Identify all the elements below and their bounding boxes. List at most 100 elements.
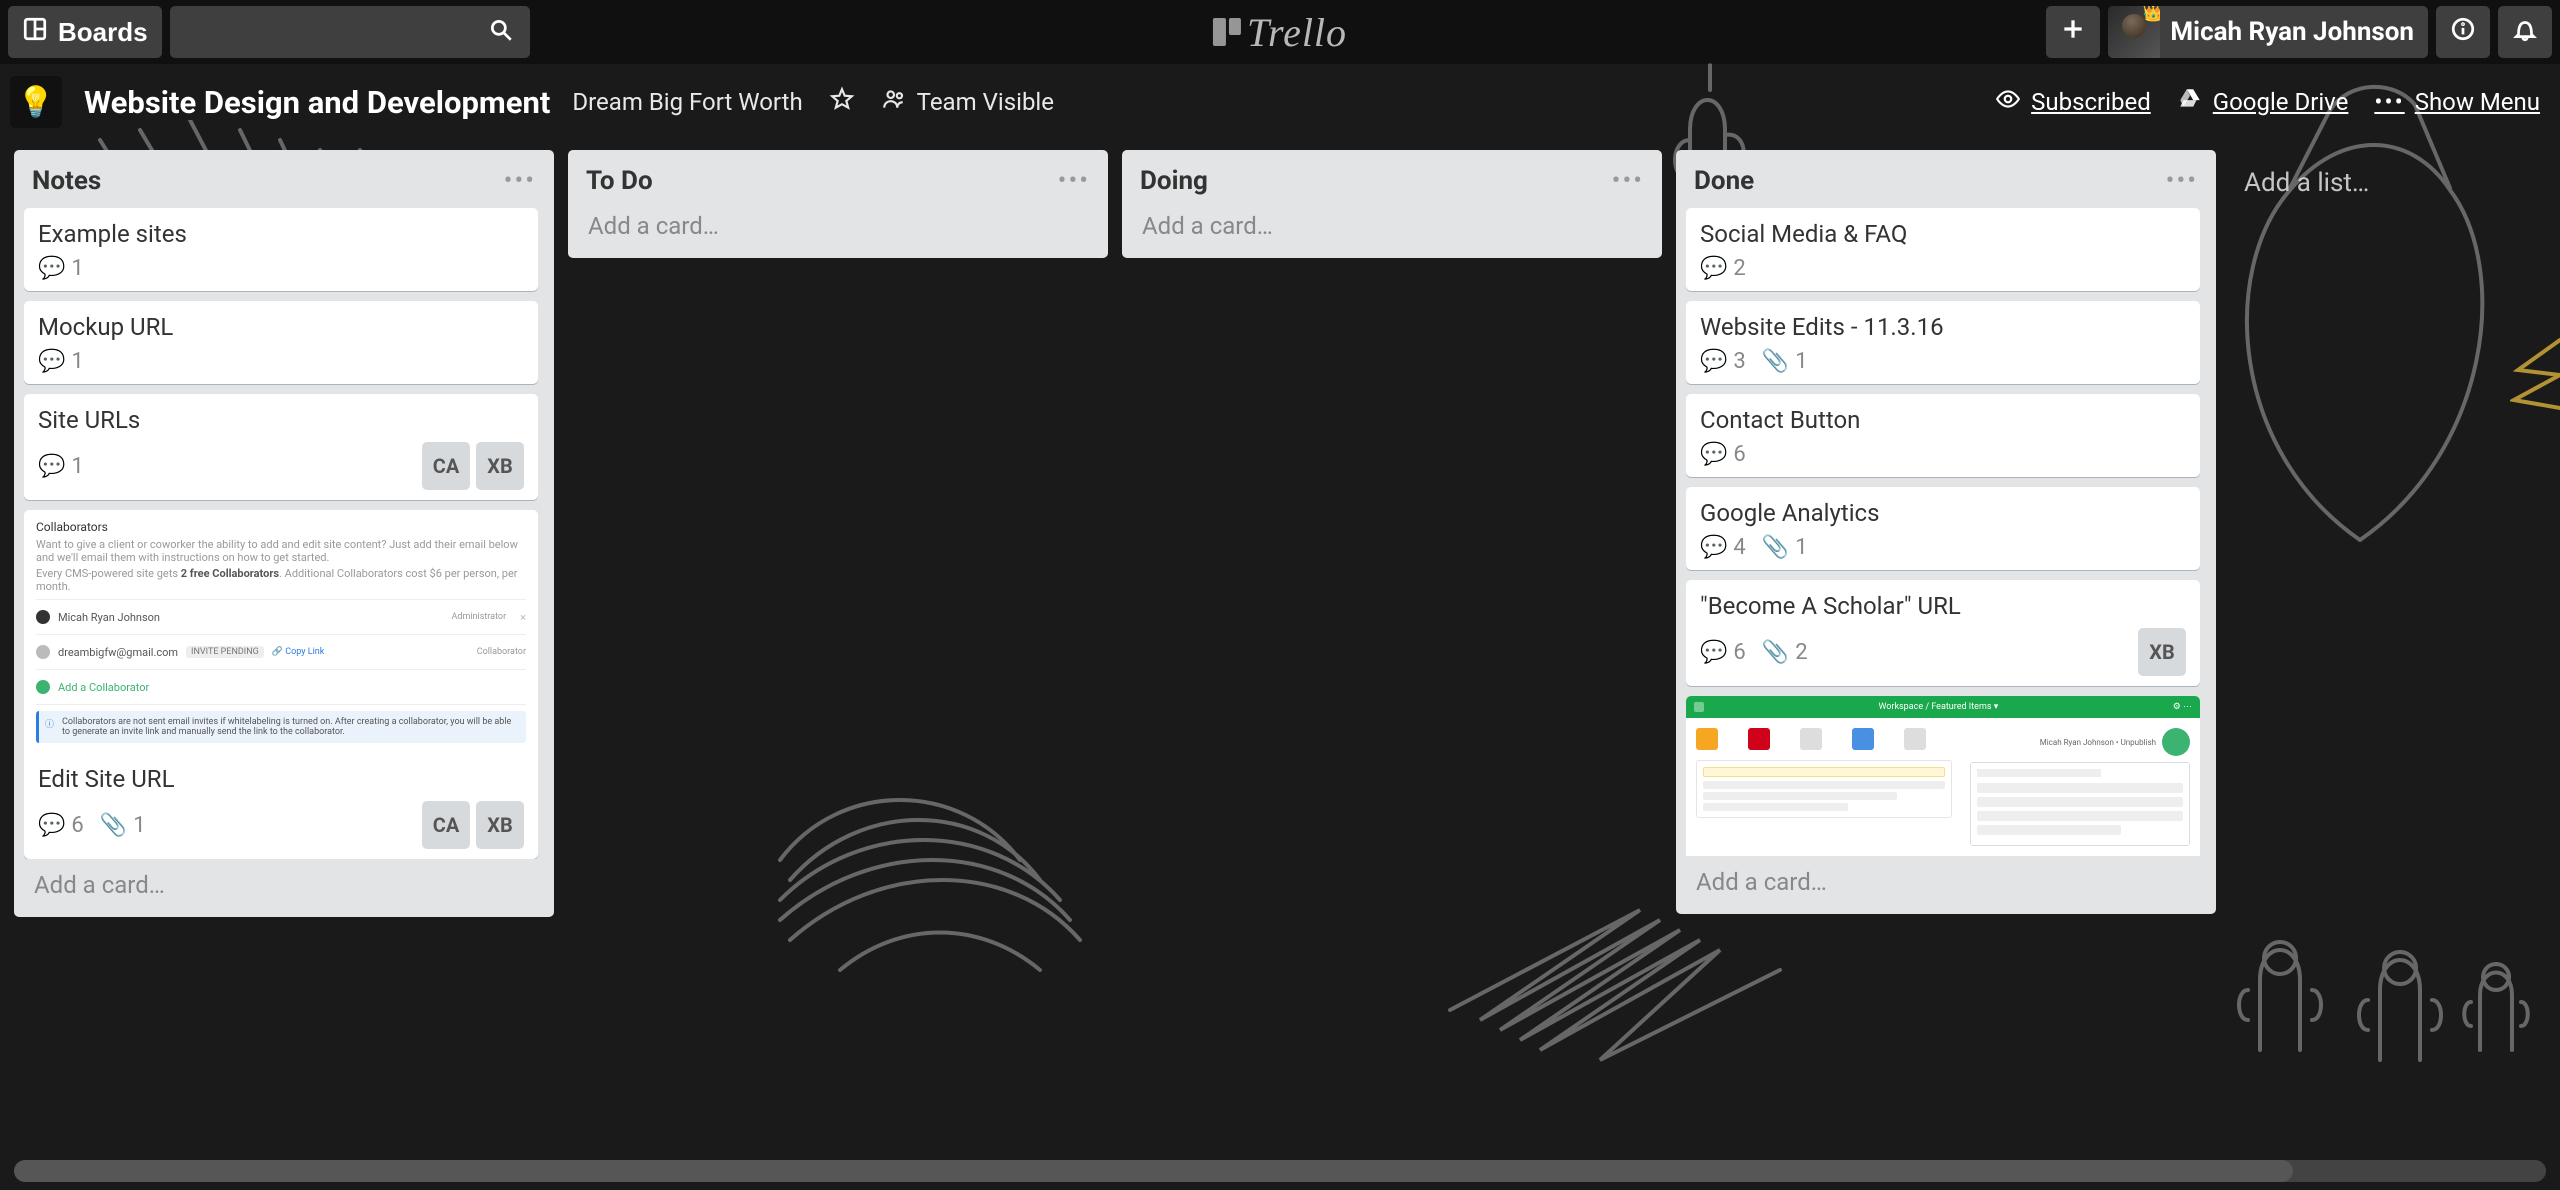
ellipsis-icon: ••• [2166, 166, 2198, 196]
board-title[interactable]: Website Design and Development [84, 84, 550, 121]
card-title: Contact Button [1700, 406, 2186, 434]
card-title: Mockup URL [38, 313, 524, 341]
visibility-button[interactable]: Team Visible [881, 86, 1054, 118]
card[interactable]: Contact Button 💬6 [1686, 394, 2200, 477]
info-button[interactable] [2436, 6, 2490, 58]
comment-icon: 💬 [1700, 442, 1727, 467]
add-card-button[interactable]: Add a card… [1686, 856, 2206, 900]
attachment-icon: 📎 [1762, 535, 1789, 560]
comments-badge: 💬6 [1700, 640, 1746, 665]
add-list-button[interactable]: Add a list… [2230, 150, 2560, 216]
card[interactable]: Mockup URL 💬1 [24, 301, 538, 384]
comments-badge: 💬1 [38, 349, 84, 374]
boards-icon [22, 16, 48, 49]
google-drive-icon [2177, 86, 2203, 118]
comments-badge: 💬2 [1700, 256, 1746, 281]
attachments-badge: 📎1 [1762, 535, 1808, 560]
member-avatar[interactable]: XB [2138, 628, 2186, 676]
star-button[interactable] [829, 86, 855, 118]
list-doing: Doing ••• Add a card… [1122, 150, 1662, 258]
add-card-button[interactable]: Add a card… [578, 208, 1098, 244]
attachments-badge: 📎1 [100, 813, 146, 838]
member-avatar[interactable]: CA [422, 442, 470, 490]
notifications-button[interactable] [2498, 6, 2552, 58]
comments-badge: 💬1 [38, 256, 84, 281]
card[interactable]: Social Media & FAQ 💬2 [1686, 208, 2200, 291]
member-avatar[interactable]: XB [476, 801, 524, 849]
comments-badge: 💬6 [1700, 442, 1746, 467]
ellipsis-icon: ••• [1612, 166, 1644, 196]
list-title[interactable]: Doing [1140, 166, 1612, 196]
google-drive-link[interactable]: Google Drive [2177, 86, 2349, 118]
board-icon[interactable]: 💡 [10, 76, 62, 128]
create-button[interactable] [2046, 6, 2100, 58]
star-icon [829, 86, 855, 118]
card-title: Example sites [38, 220, 524, 248]
card[interactable]: Workspace / Featured Items ▾⚙ ⋯ [1686, 696, 2200, 856]
list-todo: To Do ••• Add a card… [568, 150, 1108, 258]
team-link[interactable]: Dream Big Fort Worth [572, 88, 802, 116]
show-menu-button[interactable]: ••• Show Menu [2374, 88, 2540, 116]
card[interactable]: Google Analytics 💬4 📎1 [1686, 487, 2200, 570]
horizontal-scrollbar[interactable] [14, 1160, 2546, 1182]
card-title: Website Edits - 11.3.16 [1700, 313, 2186, 341]
attachment-icon: 📎 [100, 813, 127, 838]
attachment-icon: 📎 [1762, 640, 1789, 665]
scrollbar-thumb[interactable] [14, 1160, 2293, 1182]
plus-icon [2060, 16, 2086, 49]
comments-badge: 💬3 [1700, 349, 1746, 374]
add-card-button[interactable]: Add a card… [1132, 208, 1652, 244]
comment-icon: 💬 [38, 349, 65, 374]
card-title: Social Media & FAQ [1700, 220, 2186, 248]
user-name: Micah Ryan Johnson [2170, 17, 2414, 47]
list-menu-button[interactable]: ••• [1058, 166, 1090, 196]
info-icon: ⓘ [45, 717, 54, 737]
list-menu-button[interactable]: ••• [2166, 166, 2198, 196]
member-avatar[interactable]: XB [476, 442, 524, 490]
comment-icon: 💬 [1700, 535, 1727, 560]
list-menu-button[interactable]: ••• [504, 166, 536, 196]
card-title: Google Analytics [1700, 499, 2186, 527]
ellipsis-icon: ••• [1058, 166, 1090, 196]
add-card-button[interactable]: Add a card… [24, 859, 544, 903]
comments-badge: 💬4 [1700, 535, 1746, 560]
card[interactable]: "Become A Scholar" URL 💬6 📎2 XB [1686, 580, 2200, 686]
card[interactable]: Collaborators Want to give a client or c… [24, 510, 538, 859]
list-title[interactable]: Notes [32, 166, 504, 196]
card[interactable]: Website Edits - 11.3.16 💬3 📎1 [1686, 301, 2200, 384]
info-icon [2450, 16, 2476, 49]
global-header: Boards Trello 👑 Micah Ryan Johnson [0, 0, 2560, 64]
user-menu[interactable]: 👑 Micah Ryan Johnson [2108, 6, 2428, 58]
boards-label: Boards [58, 17, 148, 48]
bell-icon [2512, 16, 2538, 49]
card-title: Edit Site URL [38, 765, 524, 793]
card[interactable]: Example sites 💬1 [24, 208, 538, 291]
comments-badge: 💬1 [38, 454, 84, 479]
list-title[interactable]: To Do [586, 166, 1058, 196]
comment-icon: 💬 [38, 256, 65, 281]
ellipsis-icon: ••• [504, 166, 536, 196]
list-title[interactable]: Done [1694, 166, 2166, 196]
attachments-badge: 📎1 [1762, 349, 1808, 374]
board-header: 💡 Website Design and Development Dream B… [0, 64, 2560, 140]
subscribed-link[interactable]: Subscribed [1995, 86, 2151, 118]
trello-logo[interactable]: Trello [1213, 9, 1347, 56]
card[interactable]: Site URLs 💬1 CA XB [24, 394, 538, 500]
list-menu-button[interactable]: ••• [1612, 166, 1644, 196]
search-input[interactable] [170, 6, 530, 58]
trello-logo-icon [1213, 18, 1241, 46]
attachments-badge: 📎2 [1762, 640, 1808, 665]
card-cover: Workspace / Featured Items ▾⚙ ⋯ [1686, 696, 2200, 856]
boards-button[interactable]: Boards [8, 6, 162, 58]
comment-icon: 💬 [1700, 349, 1727, 374]
crown-icon: 👑 [2142, 6, 2160, 23]
comment-icon: 💬 [38, 454, 65, 479]
eye-icon [1995, 86, 2021, 118]
trello-logo-text: Trello [1247, 9, 1347, 56]
avatar: 👑 [2108, 6, 2160, 58]
comment-icon: 💬 [1700, 256, 1727, 281]
member-avatar[interactable]: CA [422, 801, 470, 849]
attachment-icon: 📎 [1762, 349, 1789, 374]
card-title: Site URLs [38, 406, 524, 434]
search-icon [488, 17, 514, 47]
